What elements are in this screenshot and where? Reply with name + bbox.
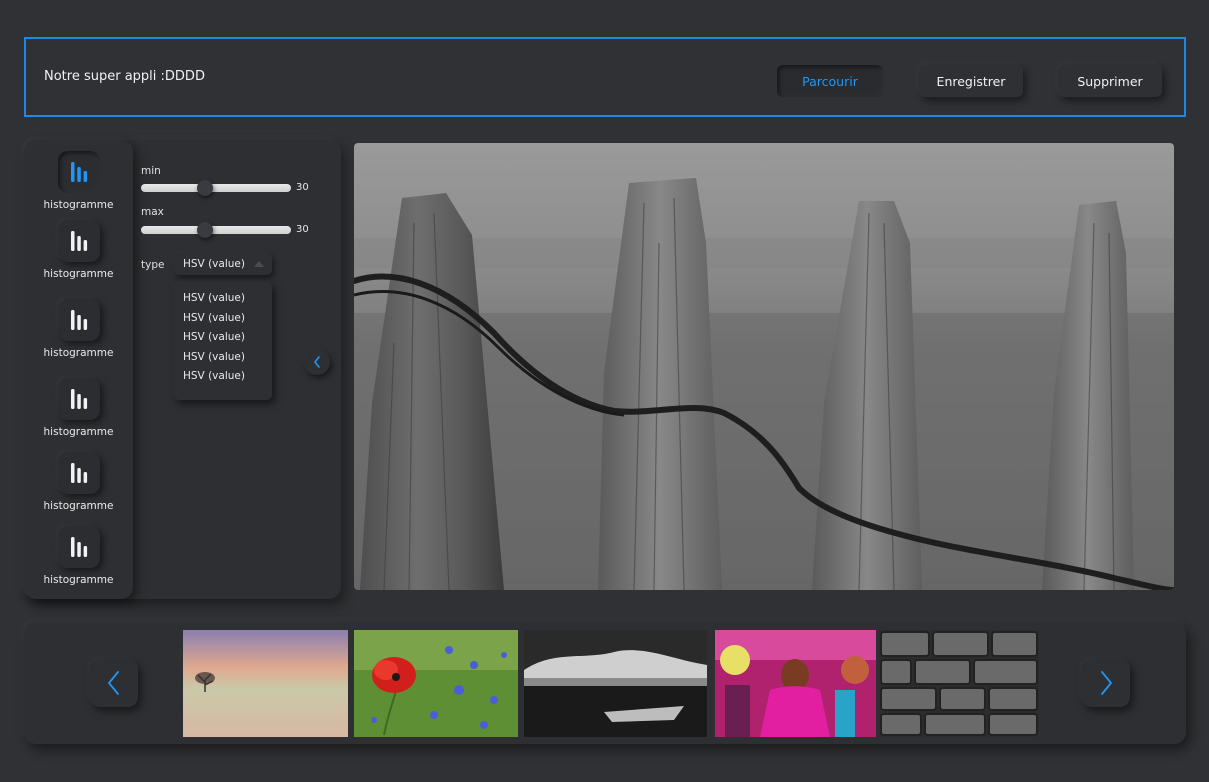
- tool-label: histogramme: [43, 574, 114, 586]
- type-option[interactable]: HSV (value): [174, 351, 272, 371]
- tool-histogram-4[interactable]: histogramme: [24, 378, 133, 438]
- thumbnail-gallery: [24, 622, 1186, 744]
- histogram-icon: [57, 151, 100, 193]
- main-image: [354, 143, 1174, 590]
- histogram-icon: [57, 220, 100, 262]
- type-select-value: HSV (value): [183, 258, 245, 270]
- tool-label: histogramme: [43, 426, 114, 438]
- type-label: type: [141, 259, 165, 271]
- max-slider[interactable]: [141, 222, 291, 238]
- delete-button[interactable]: Supprimer: [1058, 65, 1162, 97]
- tool-histogram-2[interactable]: histogramme: [24, 220, 133, 280]
- thumbnail-holi-festival-dancer[interactable]: [715, 630, 876, 737]
- type-dropdown: HSV (value) HSV (value) HSV (value) HSV …: [174, 282, 272, 400]
- thumbnail-stone-wall[interactable]: [879, 630, 1039, 737]
- browse-button[interactable]: Parcourir: [777, 65, 883, 97]
- type-option[interactable]: HSV (value): [174, 292, 272, 312]
- app-title: Notre super appli :DDDD: [44, 69, 205, 84]
- type-option[interactable]: HSV (value): [174, 331, 272, 351]
- type-select[interactable]: HSV (value): [174, 253, 272, 275]
- tool-label: histogramme: [43, 268, 114, 280]
- thumbnail-stormy-sea-boat[interactable]: [524, 630, 707, 737]
- histogram-icon: [57, 526, 100, 568]
- gallery-prev-button[interactable]: [90, 659, 138, 707]
- type-option[interactable]: HSV (value): [174, 312, 272, 332]
- min-label: min: [141, 165, 161, 177]
- collapse-panel-button[interactable]: [304, 349, 330, 375]
- caret-up-icon: [254, 261, 264, 267]
- tool-histogram-5[interactable]: histogramme: [24, 452, 133, 512]
- min-slider-handle[interactable]: [197, 180, 213, 196]
- histogram-icon: [57, 452, 100, 494]
- max-slider-handle[interactable]: [197, 222, 213, 238]
- histogram-icon: [57, 299, 100, 341]
- tool-label: histogramme: [43, 500, 114, 512]
- save-button[interactable]: Enregistrer: [919, 65, 1023, 97]
- chevron-left-icon: [108, 671, 119, 695]
- chevron-left-icon: [314, 356, 320, 368]
- tools-panel: histogramme histogramme histogramme hist…: [24, 140, 341, 599]
- tool-histogram-1[interactable]: histogramme: [24, 151, 133, 211]
- tool-histogram-6[interactable]: histogramme: [24, 526, 133, 586]
- tool-histogram-3[interactable]: histogramme: [24, 299, 133, 359]
- app-header: Notre super appli :DDDD Parcourir Enregi…: [24, 37, 1186, 117]
- tool-list: histogramme histogramme histogramme hist…: [24, 140, 133, 599]
- gallery-next-button[interactable]: [1082, 659, 1130, 707]
- min-value: 30: [296, 182, 309, 193]
- type-option[interactable]: HSV (value): [174, 370, 272, 390]
- thumbnail-red-poppy-field[interactable]: [354, 630, 518, 737]
- tool-label: histogramme: [43, 199, 114, 211]
- histogram-icon: [57, 378, 100, 420]
- chevron-right-icon: [1101, 671, 1112, 695]
- max-value: 30: [296, 224, 309, 235]
- max-label: max: [141, 206, 164, 218]
- min-slider[interactable]: [141, 180, 291, 196]
- thumbnail-lone-tree-sunset[interactable]: [183, 630, 348, 737]
- tool-label: histogramme: [43, 347, 114, 359]
